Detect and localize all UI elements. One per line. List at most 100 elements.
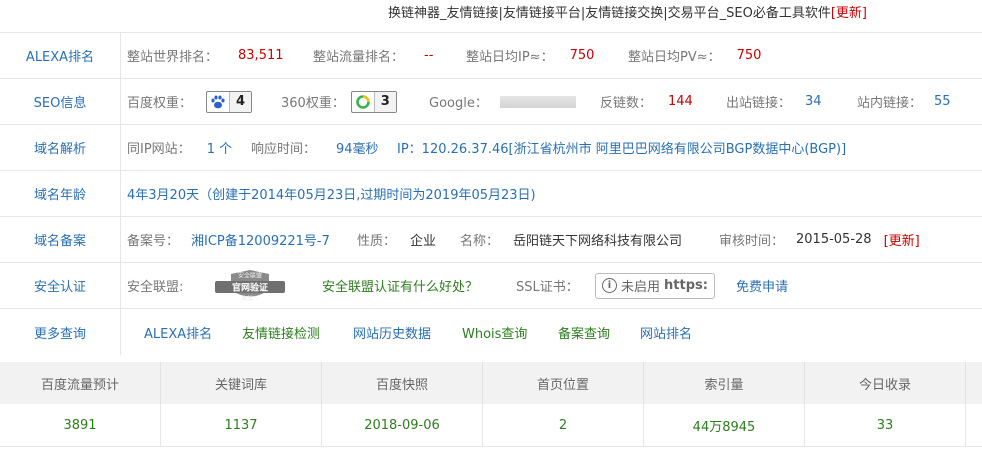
- stats-header-baidu-traffic: 百度流量预计: [0, 362, 161, 404]
- svg-text:安全联盟: 安全联盟: [238, 272, 262, 280]
- info-circle-icon: i: [602, 278, 617, 293]
- row-age: 域名年龄 4年3月20天（创建于2014年05月23日,过期时间为2019年05…: [0, 171, 982, 217]
- dns-ip-location[interactable]: IP：120.26.37.46[浙江省杭州市 阿里巴巴网络有限公司BGP数据中心…: [397, 125, 846, 170]
- same-ip-key: 同IP网站：: [127, 142, 191, 157]
- stats-header-index: 索引量: [644, 362, 805, 404]
- site-info-table: ALEXA排名 整站世界排名： 83,511 整站流量排名： -- 整站日均IP…: [0, 32, 982, 355]
- title-update-link[interactable]: [更新]: [831, 6, 867, 21]
- w360-key: 360权重：: [281, 96, 345, 111]
- row-label-age: 域名年龄: [0, 171, 121, 216]
- alexa-traffic-rank: 整站流量排名： --: [313, 33, 433, 78]
- stats-value-row: 3891 1137 2018-09-06 2 44万8945 33: [0, 404, 982, 447]
- icp-no-key: 备案号：: [127, 234, 180, 249]
- icp-nature-value: 企业: [410, 234, 437, 249]
- w360-value: 3: [373, 91, 396, 112]
- more-link-alexa[interactable]: ALEXA排名: [144, 309, 212, 355]
- w360-badge[interactable]: 3: [350, 90, 397, 113]
- daily-ip-value: 750: [569, 48, 595, 63]
- icp-nature: 性质： 企业: [357, 217, 436, 262]
- more-link-friendlink-check[interactable]: 友情链接检测: [242, 309, 320, 355]
- more-link-history[interactable]: 网站历史数据: [353, 309, 431, 355]
- icp-audit: 审核时间： 2015-05-28 [更新]: [719, 217, 920, 262]
- paw-icon: [207, 92, 229, 112]
- traffic-rank-value: --: [424, 48, 434, 63]
- row-alexa: ALEXA排名 整站世界排名： 83,511 整站流量排名： -- 整站日均IP…: [0, 33, 982, 79]
- baidu-weight-value: 4: [229, 91, 252, 112]
- 360-ring-icon: [352, 92, 374, 112]
- row-security: 安全认证 安全联盟: 安全联盟 官网验证 未加入 安全联盟认证有什么好处？ SS…: [0, 263, 982, 309]
- alexa-world-rank: 整站世界排名： 83,511: [127, 33, 284, 78]
- same-ip-value[interactable]: 1 个: [207, 138, 232, 157]
- ssl-free-apply-link[interactable]: 免费申请: [736, 263, 788, 308]
- icp-audit-value: 2015-05-28: [796, 232, 872, 247]
- stats-value-index[interactable]: 44万8945: [644, 404, 805, 446]
- seo-inlinks: 站内链接： 55: [857, 79, 951, 124]
- svg-text:官网验证: 官网验证: [232, 282, 268, 294]
- stats-header-today: 今日收录: [805, 362, 966, 404]
- icp-update-link[interactable]: [更新]: [884, 230, 920, 249]
- stats-value-home-position[interactable]: 2: [483, 404, 644, 446]
- ssl-status-text: 未启用: [621, 280, 661, 295]
- seo-baidu-weight: 百度权重： 4: [127, 79, 253, 124]
- stats-header-home-position: 首页位置: [483, 362, 644, 404]
- more-link-whois[interactable]: Whois查询: [462, 309, 527, 355]
- outlinks-key: 出站链接：: [726, 96, 792, 111]
- stats-value-spacer: [966, 404, 982, 446]
- svg-text:未加入: 未加入: [242, 294, 259, 302]
- more-link-site-rank[interactable]: 网站排名: [640, 309, 692, 355]
- stats-value-baidu-traffic[interactable]: 3891: [0, 404, 161, 446]
- alliance-seal-icon[interactable]: 安全联盟 官网验证 未加入: [207, 268, 293, 304]
- response-value: 94毫秒: [336, 142, 379, 157]
- seo-backlinks: 反链数： 144: [600, 79, 693, 124]
- traffic-rank-key: 整站流量排名：: [313, 50, 405, 65]
- response-key: 响应时间：: [251, 142, 317, 157]
- stats-header-row: 百度流量预计 关键词库 百度快照 首页位置 索引量 今日收录: [0, 362, 982, 404]
- icp-no-value[interactable]: 湘ICP备12009221号-7: [191, 230, 330, 249]
- alexa-daily-pv: 整站日均PV≈： 750: [628, 33, 761, 78]
- icp-name-key: 名称：: [460, 234, 500, 249]
- daily-pv-key: 整站日均PV≈：: [628, 50, 721, 65]
- alexa-daily-ip: 整站日均IP≈： 750: [466, 33, 594, 78]
- seo-outlinks: 出站链接： 34: [726, 79, 822, 124]
- daily-pv-value: 750: [736, 48, 762, 63]
- stats-value-today[interactable]: 33: [805, 404, 966, 446]
- row-label-more: 更多查询: [0, 309, 121, 355]
- site-title-line: 换链神器_友情链接|友情链接平台|友情链接交换|交易平台_SEO必备工具软件[更…: [388, 5, 867, 23]
- stats-header-keywords: 关键词库: [161, 362, 322, 404]
- backlinks-key: 反链数：: [600, 96, 653, 111]
- ssl-status-box: i 未启用 https:: [595, 272, 715, 299]
- ssl-proto-text: https:: [664, 278, 708, 293]
- outlinks-value[interactable]: 34: [805, 94, 822, 109]
- baidu-weight-key: 百度权重：: [127, 96, 193, 111]
- google-key: Google：: [429, 96, 488, 111]
- inlinks-value[interactable]: 55: [934, 94, 951, 109]
- google-pr-bar: [499, 95, 576, 108]
- dns-same-ip: 同IP网站： 1 个: [127, 125, 232, 170]
- icp-nature-key: 性质：: [357, 234, 397, 249]
- row-label-dns: 域名解析: [0, 125, 121, 170]
- row-label-seo: SEO信息: [0, 79, 121, 124]
- alliance-key: 安全联盟:: [127, 280, 184, 295]
- icp-audit-key: 审核时间：: [719, 234, 785, 249]
- row-icp: 域名备案 备案号： 湘ICP备12009221号-7 性质： 企业 名称： 岳阳…: [0, 217, 982, 263]
- domain-age-text: 4年3月20天（创建于2014年05月23日,过期时间为2019年05月23日): [127, 188, 536, 203]
- backlinks-value[interactable]: 144: [668, 94, 693, 109]
- stats-table: 百度流量预计 关键词库 百度快照 首页位置 索引量 今日收录 3891 1137…: [0, 362, 982, 447]
- stats-value-snapshot[interactable]: 2018-09-06: [322, 404, 483, 446]
- stats-value-keywords[interactable]: 1137: [161, 404, 322, 446]
- row-label-security: 安全认证: [0, 263, 121, 308]
- row-seo: SEO信息 百度权重： 4 360权重： 3 Google： 反链数： 144 …: [0, 79, 982, 125]
- stats-header-spacer: [966, 362, 982, 404]
- row-more: 更多查询 ALEXA排名 友情链接检测 网站历史数据 Whois查询 备案查询 …: [0, 309, 982, 355]
- more-link-icp-query[interactable]: 备案查询: [558, 309, 610, 355]
- icp-number: 备案号： 湘ICP备12009221号-7: [127, 217, 330, 262]
- daily-ip-key: 整站日均IP≈：: [466, 50, 554, 65]
- dns-response: 响应时间： 94毫秒: [251, 125, 379, 170]
- stats-header-snapshot: 百度快照: [322, 362, 483, 404]
- alliance-benefits-link[interactable]: 安全联盟认证有什么好处？: [322, 263, 478, 308]
- icp-name-value: 岳阳链天下网络科技有限公司: [513, 234, 683, 249]
- icp-name: 名称： 岳阳链天下网络科技有限公司: [460, 217, 682, 262]
- seo-google: Google：: [429, 79, 576, 124]
- baidu-weight-badge[interactable]: 4: [206, 90, 253, 113]
- ssl-key: SSL证书：: [516, 280, 579, 295]
